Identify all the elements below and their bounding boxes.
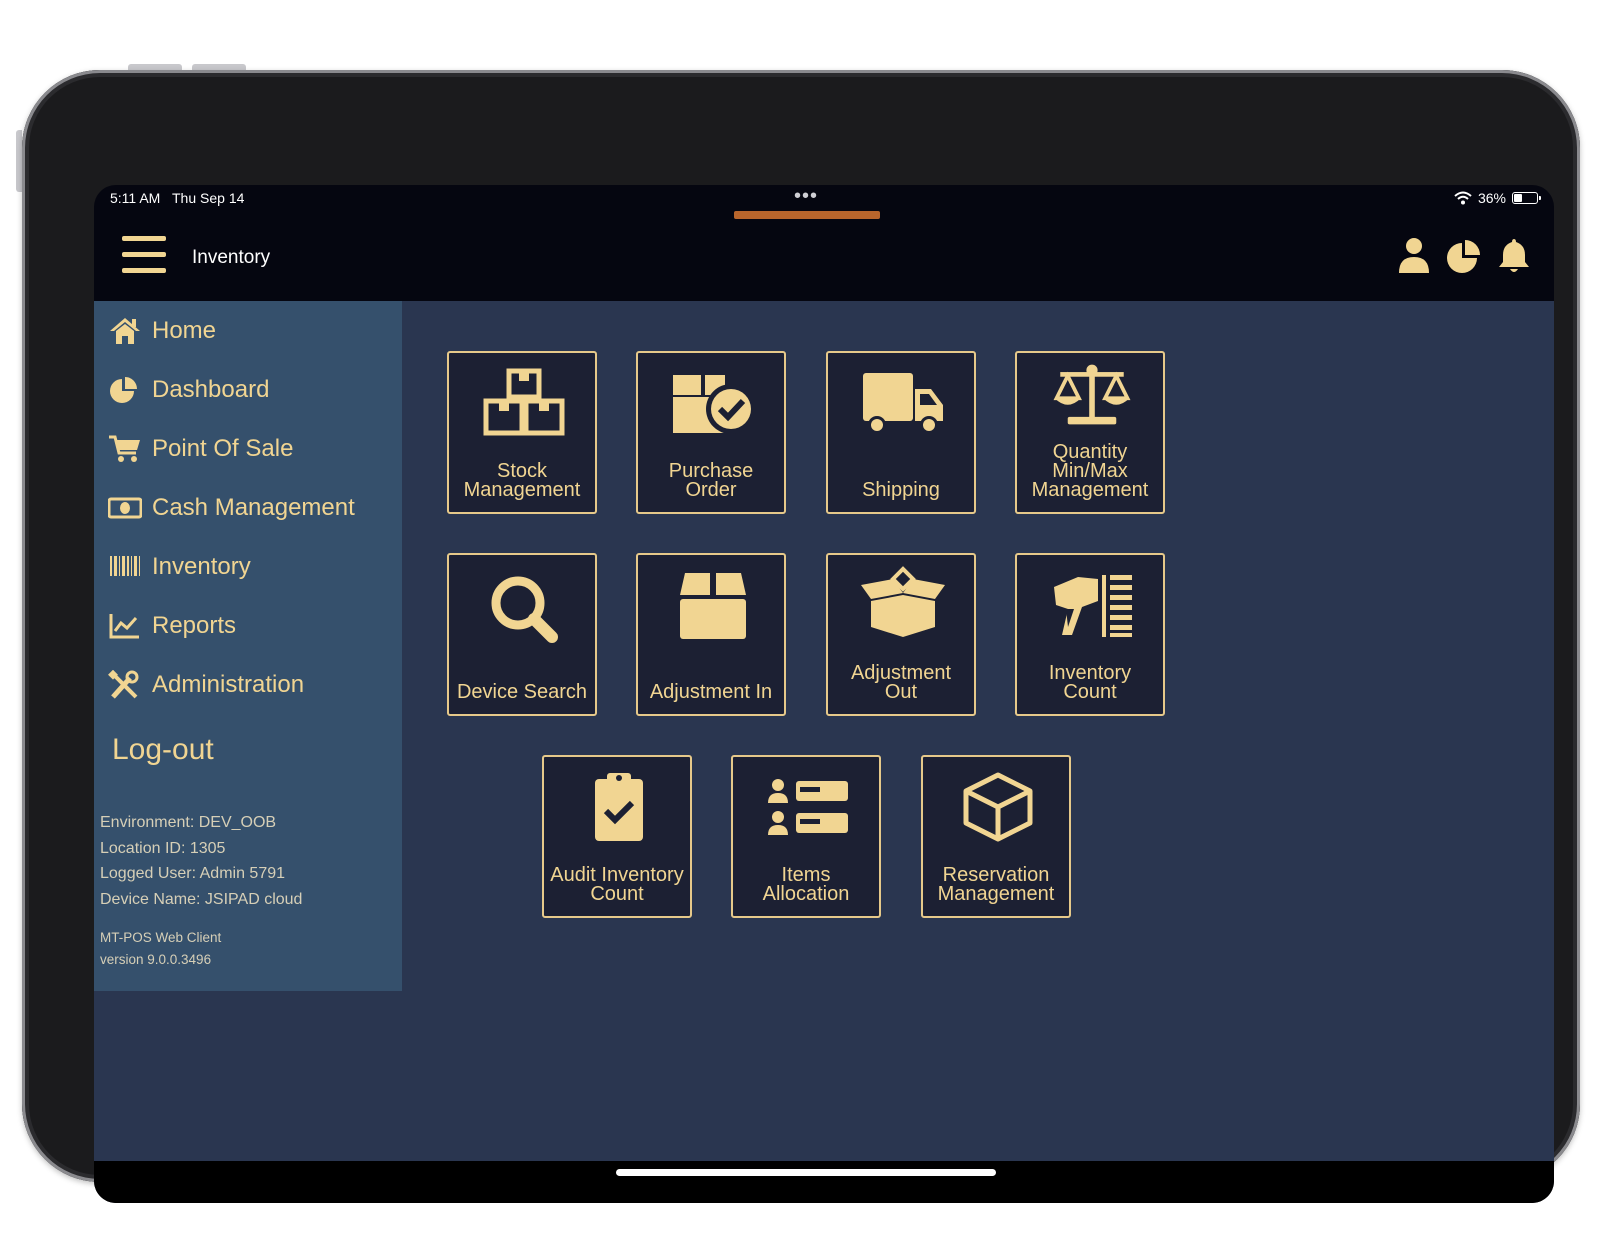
cube-icon: [963, 772, 1033, 842]
sidebar-item-label: Point Of Sale: [152, 435, 294, 462]
tile-label: Device Search: [449, 681, 595, 703]
tile-label-line: Shipping: [862, 479, 940, 501]
environment-info: Environment: DEV_OOB Location ID: 1305 L…: [100, 810, 302, 912]
tile-label-line: Management: [463, 479, 581, 501]
sidebar-item-cash-management[interactable]: Cash Management: [108, 488, 355, 528]
cart-icon: [109, 435, 140, 462]
sidebar-item-label: Inventory: [152, 553, 251, 580]
main-content: Stock Management Purchase Order Shipping…: [402, 301, 1554, 1161]
open-box-icon: [861, 566, 945, 637]
sidebar-item-label: Home: [152, 317, 217, 344]
truck-icon: [863, 373, 943, 434]
content-lower-left: [94, 991, 402, 1161]
tile-quantity-min-max[interactable]: Quantity Min/Max Management: [1015, 351, 1165, 514]
tile-shipping[interactable]: Shipping: [826, 351, 976, 514]
tile-items-allocation[interactable]: Items Allocation: [731, 755, 881, 918]
battery-percent: 36%: [1477, 190, 1506, 206]
tile-label-line: Count: [1063, 681, 1117, 703]
status-time: 5:11 AM Thu Sep 14: [110, 190, 244, 206]
sidebar-item-dashboard[interactable]: Dashboard: [108, 370, 269, 410]
app-handle[interactable]: [734, 211, 880, 219]
version-text: version 9.0.0.3496: [100, 952, 212, 967]
tile-label-line: Count: [590, 883, 644, 905]
purchase-order-icon: [673, 375, 756, 434]
app-name-text: MT-POS Web Client: [100, 930, 222, 945]
device-text: Device Name: JSIPAD cloud: [100, 890, 303, 908]
scanner-icon: [1054, 575, 1132, 637]
environment-text: Environment: DEV_OOB: [100, 814, 277, 831]
sidebar-item-label: Dashboard: [152, 376, 270, 403]
version-info: MT-POS Web Client version 9.0.0.3496: [100, 927, 221, 971]
cash-icon: [108, 497, 142, 519]
sidebar-item-point-of-sale[interactable]: Point Of Sale: [108, 429, 293, 469]
tile-label-line: Management: [937, 883, 1055, 905]
tile-adjustment-in[interactable]: Adjustment In: [636, 553, 786, 716]
home-indicator[interactable]: [616, 1169, 996, 1176]
tile-label-line: Management: [1031, 479, 1149, 501]
scale-icon: [1053, 364, 1131, 425]
battery-fill: [1514, 194, 1522, 202]
boxes-icon: [483, 368, 565, 436]
tile-label-line: Order: [685, 479, 737, 501]
tile-audit-inventory-count[interactable]: Audit Inventory Count: [542, 755, 692, 918]
tile-label: Purchase Order: [638, 461, 784, 501]
clipboard-check-icon: [595, 773, 643, 841]
battery-icon: [1512, 192, 1541, 204]
line-chart-icon: [109, 614, 139, 639]
tile-device-search[interactable]: Device Search: [447, 553, 597, 716]
sidebar-item-label: Administration: [152, 671, 305, 698]
status-date: Thu Sep 14: [172, 190, 245, 206]
tile-label-line: Device Search: [456, 681, 588, 703]
tile-reservation-management[interactable]: Reservation Management: [921, 755, 1071, 918]
search-icon: [491, 576, 558, 643]
tile-label: Audit Inventory Count: [544, 865, 690, 905]
multitasking-dots[interactable]: •••: [794, 185, 818, 208]
user-list-icon: [768, 779, 848, 835]
tile-label-line: Adjustment In: [649, 681, 773, 703]
tile-label-line: Out: [884, 681, 918, 703]
user-icon[interactable]: [1396, 235, 1432, 275]
tile-label: Stock Management: [449, 461, 595, 501]
tools-icon: [108, 670, 139, 699]
location-text: Location ID: 1305: [100, 839, 226, 857]
bell-icon[interactable]: [1496, 235, 1532, 275]
box-icon: [680, 573, 746, 639]
sidebar-item-inventory[interactable]: Inventory: [108, 547, 251, 587]
barcode-icon: [110, 556, 140, 576]
sidebar-item-reports[interactable]: Reports: [108, 606, 236, 646]
tile-label: Quantity Min/Max Management: [1017, 442, 1163, 501]
status-clock: 5:11 AM: [110, 190, 161, 206]
pie-chart-icon[interactable]: [1446, 235, 1482, 275]
tile-label: Adjustment In: [638, 681, 784, 703]
bottom-bar: [94, 1161, 1554, 1203]
home-icon: [110, 318, 140, 344]
pie-chart-icon: [110, 377, 137, 403]
screen: 5:11 AM Thu Sep 14 ••• 36% Inventory Hom…: [94, 185, 1554, 1203]
menu-icon[interactable]: [122, 236, 166, 274]
tile-purchase-order[interactable]: Purchase Order: [636, 351, 786, 514]
tile-label: Shipping: [828, 479, 974, 501]
sidebar-item-administration[interactable]: Administration: [108, 665, 304, 705]
tile-label: Reservation Management: [923, 865, 1069, 905]
sidebar-item-home[interactable]: Home: [108, 311, 216, 351]
logout-link[interactable]: Log-out: [112, 733, 214, 767]
page-title: Inventory: [192, 247, 271, 268]
user-text: Logged User: Admin 5791: [100, 865, 286, 882]
sidebar: Home Dashboard Point Of Sale Cash Manage…: [94, 301, 402, 991]
tile-label: Items Allocation: [733, 865, 879, 905]
sidebar-item-label: Cash Management: [152, 494, 355, 521]
top-bar: Inventory: [94, 219, 1554, 301]
tile-label: Adjustment Out: [828, 663, 974, 703]
status-right: 36%: [1454, 190, 1541, 206]
tile-stock-management[interactable]: Stock Management: [447, 351, 597, 514]
tile-label-line: Allocation: [762, 883, 850, 905]
tile-inventory-count[interactable]: Inventory Count: [1015, 553, 1165, 716]
top-icons: [1396, 235, 1532, 275]
sidebar-item-label: Reports: [152, 612, 237, 639]
tablet-frame: 5:11 AM Thu Sep 14 ••• 36% Inventory Hom…: [22, 70, 1580, 1203]
tile-adjustment-out[interactable]: Adjustment Out: [826, 553, 976, 716]
tile-label: Inventory Count: [1017, 663, 1163, 703]
wifi-icon: [1454, 191, 1472, 205]
